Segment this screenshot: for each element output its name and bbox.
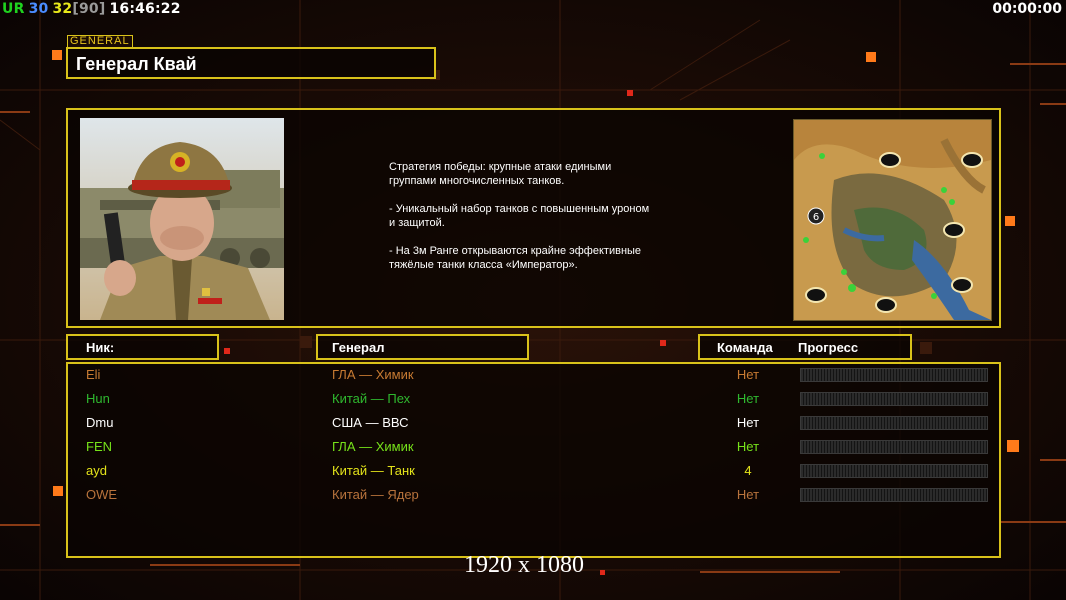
- player-team: Нет: [736, 439, 760, 454]
- resolution-label: 1920 x 1080: [464, 552, 584, 578]
- player-nick: Dmu: [86, 415, 114, 430]
- clock: 16:46:22: [109, 1, 181, 17]
- player-nick: Eli: [86, 367, 101, 382]
- player-team: Нет: [736, 367, 760, 382]
- player-team: Нет: [736, 487, 760, 502]
- description-line: - Уникальный набор танков с повышенным у…: [389, 203, 650, 229]
- header-nick-label: Ник:: [86, 340, 115, 355]
- player-row: OWE Китай — Ядер Нет: [68, 484, 1003, 506]
- player-team: Нет: [736, 415, 760, 430]
- strategy-description: Стратегия победы: крупные атаки едиными …: [389, 160, 719, 286]
- player-nick: FEN: [86, 439, 112, 454]
- player-row: Dmu США — ВВС Нет: [68, 412, 1003, 434]
- player-row: FEN ГЛА — Химик Нет: [68, 436, 1003, 458]
- description-line: Стратегия победы: крупные атаки едиными …: [389, 161, 612, 187]
- player-nick: ayd: [86, 463, 107, 478]
- game-timer: 00:00:00: [992, 1, 1062, 17]
- general-title-box: Генерал Квай: [66, 47, 436, 79]
- player-general: США — ВВС: [332, 415, 409, 430]
- player-row: Eli ГЛА — Химик Нет: [68, 364, 1003, 386]
- desert-minimap-icon[interactable]: 6: [793, 119, 992, 321]
- player-general: Китай — Ядер: [332, 487, 419, 502]
- stat-max: [90]: [72, 1, 106, 17]
- player-nick: Hun: [86, 391, 110, 406]
- general-tag: GENERAL: [67, 35, 133, 48]
- hud-stats: UR 30 32[90] 16:46:22: [2, 1, 185, 17]
- progress-bar: [800, 392, 988, 406]
- description-line: - На 3м Ранге открываются крайне эффекти…: [389, 245, 642, 271]
- progress-bar: [800, 368, 988, 382]
- player-team: 4: [744, 463, 752, 478]
- progress-bar: [800, 416, 988, 430]
- player-general: Китай — Танк: [332, 463, 415, 478]
- players-table: Eli ГЛА — Химик Нет Hun Китай — Пех Нет …: [66, 362, 1001, 558]
- player-nick: OWE: [86, 487, 118, 502]
- progress-bar: [800, 488, 988, 502]
- map-player-count: 6: [813, 212, 819, 223]
- player-general: Китай — Пех: [332, 391, 411, 406]
- player-team: Нет: [736, 391, 760, 406]
- stat-value: 32: [52, 1, 73, 17]
- header-progress-label: Прогресс: [798, 340, 859, 355]
- player-row: ayd Китай — Танк 4: [68, 460, 1003, 482]
- player-general: ГЛА — Химик: [332, 367, 414, 382]
- progress-bar: [800, 440, 988, 454]
- header-general-label: Генерал: [332, 340, 385, 355]
- progress-bar: [800, 464, 988, 478]
- player-general: ГЛА — Химик: [332, 439, 414, 454]
- header-team-progress: Команда Прогресс: [698, 334, 912, 360]
- header-nick: Ник:: [66, 334, 219, 360]
- general-name: Генерал Квай: [76, 54, 197, 74]
- general-portrait-icon: [80, 118, 284, 320]
- ur-value: 30: [28, 1, 49, 17]
- player-row: Hun Китай — Пех Нет: [68, 388, 1003, 410]
- ur-label: UR: [2, 1, 25, 17]
- header-general: Генерал: [316, 334, 529, 360]
- header-team-label: Команда: [717, 340, 773, 355]
